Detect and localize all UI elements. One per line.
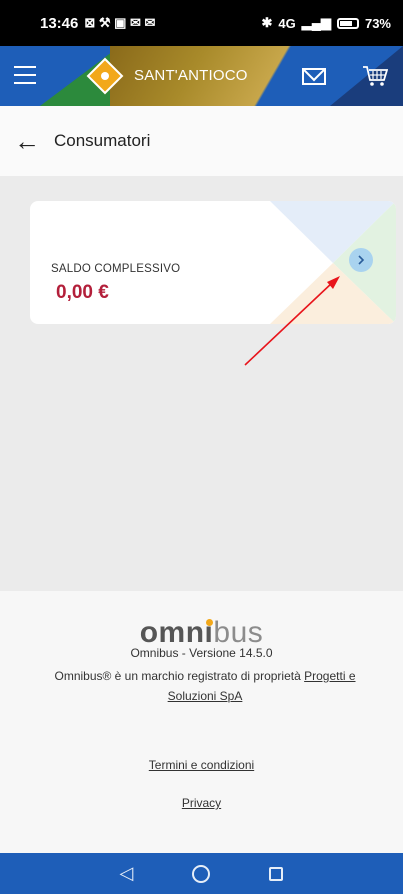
balance-value: 0,00 € [56,282,109,303]
signal-icon: ▂▄▆ [301,15,331,30]
notification-icons: ⊠ ⚒ ▣ ✉ ✉ [84,15,156,30]
back-nav-icon[interactable]: ◁ [120,863,134,884]
home-nav-icon[interactable] [192,864,211,883]
mail-icon[interactable] [302,68,326,85]
app-header: SANT'ANTIOCO [0,46,403,106]
footer: omnibus Omnibus - Versione 14.5.0 Omnibu… [0,591,403,853]
page-title: Consumatori [54,131,151,150]
recents-nav-icon[interactable] [269,866,284,881]
trademark-text: Omnibus® è un marchio registrato di prop… [54,669,356,703]
status-bar: 13:46 ⊠ ⚒ ▣ ✉ ✉ ✱ 4G ▂▄▆ 73% [0,0,403,46]
balance-card[interactable]: SALDO COMPLESSIVO 0,00 € [30,201,396,324]
terms-link[interactable]: Termini e condizioni [149,758,254,772]
cart-icon[interactable] [362,64,388,88]
battery-percent: 73% [364,15,391,31]
privacy-link[interactable]: Privacy [182,796,221,810]
system-nav-bar: ◁ [0,853,403,894]
balance-label: SALDO COMPLESSIVO [51,263,181,275]
back-arrow-icon[interactable]: ← [14,128,40,154]
version-text: Omnibus - Versione 14.5.0 [130,646,273,660]
status-right: ✱ 4G ▂▄▆ 73% [262,15,392,31]
page-title-bar: ← Consumatori [0,106,403,176]
menu-icon[interactable] [14,66,36,84]
status-time: 13:46 [40,14,79,32]
battery-icon [336,17,359,29]
chevron-right-icon[interactable] [349,248,373,272]
signal-label: 4G [278,15,296,31]
app-brand: SANT'ANTIOCO [134,67,248,84]
bluetooth-icon: ✱ [261,15,273,30]
status-left: 13:46 ⊠ ⚒ ▣ ✉ ✉ [40,15,155,32]
omnibus-logo: omnibus [139,616,264,649]
